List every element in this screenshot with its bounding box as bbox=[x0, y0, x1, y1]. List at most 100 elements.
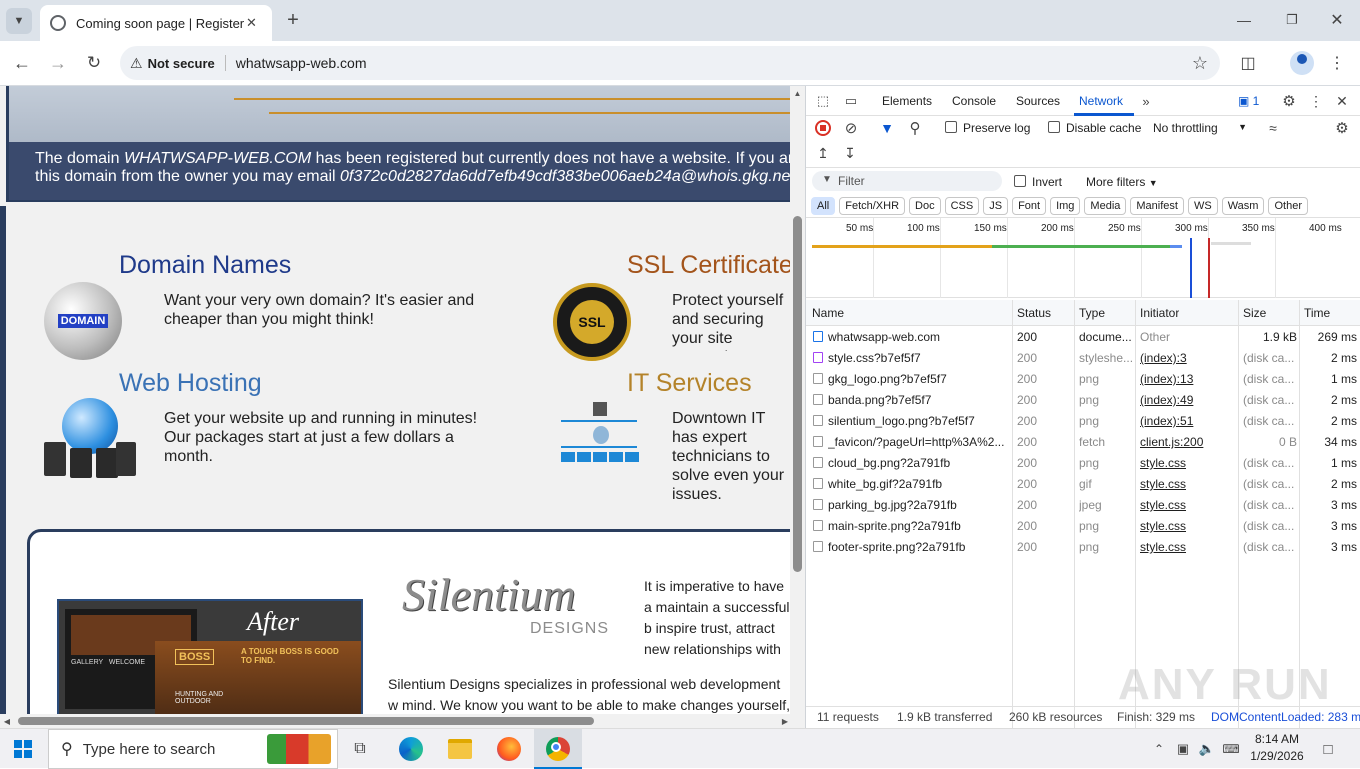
timeline-overview[interactable]: 50 ms 100 ms 150 ms 200 ms 250 ms 300 ms… bbox=[806, 218, 1360, 298]
edge-browser-icon[interactable] bbox=[399, 737, 423, 761]
owner-email-link[interactable]: 0f372c0d2827da6dd7efb49cdf383be006aeb24a… bbox=[340, 168, 793, 185]
request-initiator[interactable]: style.css bbox=[1140, 456, 1234, 470]
request-initiator[interactable]: (index):49 bbox=[1140, 393, 1234, 407]
notifications-icon[interactable]: □ bbox=[1318, 739, 1338, 759]
chip-all[interactable]: All bbox=[811, 197, 836, 215]
table-row[interactable]: _favicon/?pageUrl=http%3A%2... 200 fetch cl… bbox=[806, 431, 1360, 452]
table-row[interactable]: main-sprite.png?2a791fb 200 png style.css (d… bbox=[806, 515, 1360, 536]
chip-other[interactable]: Other bbox=[1268, 197, 1308, 215]
tab-search-button[interactable]: ▼ bbox=[6, 8, 32, 34]
disable-cache-checkbox[interactable] bbox=[1048, 121, 1060, 133]
task-view-icon[interactable]: ⧉ bbox=[348, 737, 372, 761]
chip-media[interactable]: Media bbox=[1084, 197, 1127, 215]
chip-wasm[interactable]: Wasm bbox=[1221, 197, 1265, 215]
filter-input[interactable]: ▼ Filter bbox=[812, 171, 1002, 191]
chip-doc[interactable]: Doc bbox=[909, 197, 941, 215]
clock-time[interactable]: 8:14 AM bbox=[1252, 732, 1302, 746]
tab-network[interactable]: Network bbox=[1079, 94, 1123, 108]
more-filters-dropdown[interactable]: More filters ▼ bbox=[1086, 175, 1158, 189]
request-initiator[interactable]: style.css bbox=[1140, 519, 1234, 533]
table-row[interactable]: white_bg.gif?2a791fb 200 gif style.css (disk… bbox=[806, 473, 1360, 494]
chrome-taskbar-button[interactable] bbox=[534, 729, 582, 769]
clock-date[interactable]: 1/29/2026 bbox=[1247, 749, 1307, 763]
scroll-up-arrow[interactable]: ▲ bbox=[790, 86, 805, 100]
request-initiator[interactable]: style.css bbox=[1140, 498, 1234, 512]
close-devtools-icon[interactable]: ✕ bbox=[1334, 92, 1350, 110]
column-header-status[interactable]: Status bbox=[1017, 306, 1051, 320]
url-text[interactable]: whatwsapp-web.com bbox=[236, 55, 367, 71]
service-title-web-hosting[interactable]: Web Hosting bbox=[119, 369, 262, 398]
security-chip[interactable]: Not secure bbox=[148, 56, 215, 71]
request-initiator[interactable]: style.css bbox=[1140, 477, 1234, 491]
chip-fetch-xhr[interactable]: Fetch/XHR bbox=[839, 197, 906, 215]
volume-icon[interactable]: 🔈 bbox=[1198, 739, 1216, 759]
extensions-icon[interactable]: ◫ bbox=[1236, 51, 1260, 75]
taskbar-search-box[interactable]: ⚲ Type here to search bbox=[48, 729, 338, 769]
table-row[interactable]: footer-sprite.png?2a791fb 200 png style.css… bbox=[806, 536, 1360, 557]
menu-kebab-icon[interactable]: ⋮ bbox=[1328, 51, 1346, 75]
column-header-size[interactable]: Size bbox=[1243, 306, 1266, 320]
close-window-icon[interactable]: ✕ bbox=[1325, 8, 1349, 32]
service-title-it-services[interactable]: IT Services bbox=[627, 369, 752, 398]
device-toolbar-icon[interactable]: ▭ bbox=[842, 92, 860, 110]
minimize-icon[interactable]: — bbox=[1232, 8, 1256, 32]
request-initiator[interactable]: (index):3 bbox=[1140, 351, 1234, 365]
column-header-type[interactable]: Type bbox=[1079, 306, 1105, 320]
show-hidden-icons-chevron[interactable]: ⌃ bbox=[1151, 739, 1167, 759]
horizontal-scrollbar[interactable]: ◀ ▶ bbox=[0, 714, 805, 728]
request-initiator[interactable]: (index):51 bbox=[1140, 414, 1234, 428]
throttling-select[interactable]: No throttling ▼ bbox=[1153, 121, 1247, 135]
record-stop-icon[interactable] bbox=[815, 120, 831, 136]
service-title-domain-names[interactable]: Domain Names bbox=[119, 251, 291, 280]
close-tab-icon[interactable]: ✕ bbox=[246, 15, 257, 31]
network-tray-icon[interactable]: ▣ bbox=[1174, 739, 1192, 759]
more-tabs-icon[interactable]: » bbox=[1138, 92, 1154, 110]
tab-sources[interactable]: Sources bbox=[1016, 94, 1060, 108]
column-header-name[interactable]: Name bbox=[812, 306, 844, 320]
new-tab-button[interactable]: + bbox=[282, 8, 304, 32]
search-icon[interactable]: ⚲ bbox=[906, 119, 924, 137]
invert-checkbox[interactable] bbox=[1014, 175, 1026, 187]
vertical-scroll-thumb[interactable] bbox=[793, 216, 802, 572]
active-tab[interactable]: Coming soon page | Register yo ✕ bbox=[40, 5, 272, 41]
table-row[interactable]: banda.png?b7ef5f7 200 png (index):49 (disk c… bbox=[806, 389, 1360, 410]
tab-console[interactable]: Console bbox=[952, 94, 996, 108]
chip-css[interactable]: CSS bbox=[944, 197, 980, 215]
devtools-menu-icon[interactable]: ⋮ bbox=[1308, 92, 1324, 110]
export-har-icon[interactable]: ↧ bbox=[842, 144, 858, 162]
table-row[interactable]: whatwsapp-web.com 200 docume... Other 1.9 kB… bbox=[806, 326, 1360, 347]
bookmark-star-icon[interactable]: ☆ bbox=[1192, 53, 1208, 74]
preserve-log-checkbox[interactable] bbox=[945, 121, 957, 133]
request-initiator[interactable]: style.css bbox=[1140, 540, 1234, 554]
table-row[interactable]: parking_bg.jpg?2a791fb 200 jpeg style.css (d… bbox=[806, 494, 1360, 515]
filter-funnel-icon[interactable]: ▼ bbox=[878, 119, 896, 137]
chip-img[interactable]: Img bbox=[1050, 197, 1081, 215]
back-icon[interactable]: ← bbox=[10, 51, 34, 75]
forward-icon[interactable]: → bbox=[46, 51, 70, 75]
address-bar[interactable]: ⚠ Not secure whatwsapp-web.com ☆ bbox=[120, 46, 1220, 80]
table-row[interactable]: silentium_logo.png?b7ef5f7 200 png (index):… bbox=[806, 410, 1360, 431]
tab-elements[interactable]: Elements bbox=[882, 94, 932, 108]
profile-avatar[interactable] bbox=[1290, 51, 1314, 75]
scroll-right-arrow[interactable]: ▶ bbox=[780, 714, 790, 728]
request-initiator[interactable]: (index):13 bbox=[1140, 372, 1234, 386]
chip-manifest[interactable]: Manifest bbox=[1130, 197, 1184, 215]
chip-font[interactable]: Font bbox=[1012, 197, 1047, 215]
firefox-icon[interactable] bbox=[497, 737, 521, 761]
network-conditions-icon[interactable]: ≈ bbox=[1264, 119, 1282, 137]
import-har-icon[interactable]: ↥ bbox=[815, 144, 831, 162]
settings-gear-icon[interactable]: ⚙ bbox=[1280, 92, 1298, 110]
vertical-scrollbar[interactable]: ▲ bbox=[790, 86, 805, 716]
restore-icon[interactable]: ❐ bbox=[1280, 8, 1304, 32]
file-explorer-icon[interactable] bbox=[448, 739, 472, 759]
chip-ws[interactable]: WS bbox=[1187, 197, 1218, 215]
clear-log-icon[interactable]: ⊘ bbox=[842, 119, 860, 137]
network-settings-gear-icon[interactable]: ⚙ bbox=[1333, 119, 1351, 137]
table-row[interactable]: style.css?b7ef5f7 200 styleshe... (index):3… bbox=[806, 347, 1360, 368]
service-title-ssl[interactable]: SSL Certificate bbox=[627, 251, 793, 280]
horizontal-scroll-thumb[interactable] bbox=[18, 717, 594, 725]
issues-badge[interactable]: ▣ 1 bbox=[1238, 94, 1259, 108]
table-row[interactable]: gkg_logo.png?b7ef5f7 200 png (index):13 (dis… bbox=[806, 368, 1360, 389]
table-row[interactable]: cloud_bg.png?2a791fb 200 png style.css (disk… bbox=[806, 452, 1360, 473]
column-header-time[interactable]: Time bbox=[1304, 306, 1330, 320]
